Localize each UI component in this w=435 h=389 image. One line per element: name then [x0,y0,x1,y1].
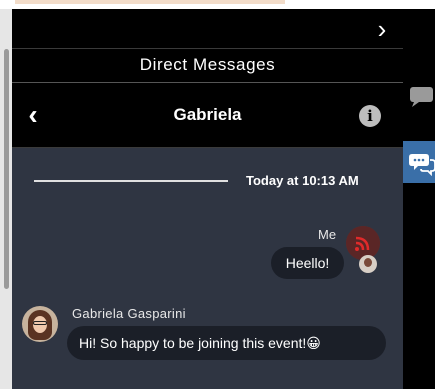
chevron-right-icon[interactable]: › [369,16,395,42]
message-bubble: Heello! [271,247,344,279]
conversation-header: ‹ Gabriela i [12,83,403,148]
panel-title-bar: Direct Messages [12,49,403,83]
avatar [22,306,58,342]
scrollbar-thumb[interactable] [4,49,9,289]
sender-label: Gabriela Gasparini [72,306,186,321]
message-bubble: Hi! So happy to be joining this event!😀 [67,326,386,360]
date-label: Today at 10:13 AM [246,173,359,188]
top-accent-bar [15,0,285,4]
broadcast-icon [346,226,380,260]
date-divider-line [34,180,228,182]
chat-bubble-icon[interactable] [408,86,435,108]
side-rail [403,9,435,389]
avatar-glasses [33,321,47,325]
avatar [346,226,380,260]
panel-toolbar: › [12,9,403,49]
direct-messages-icon[interactable] [409,150,435,177]
avatar [359,255,377,273]
contact-name: Gabriela [173,105,242,124]
info-icon[interactable]: i [359,105,381,127]
scrollbar[interactable] [0,9,12,389]
panel-title: Direct Messages [139,55,276,74]
top-strip [0,0,435,9]
sender-label: Me [318,227,337,242]
